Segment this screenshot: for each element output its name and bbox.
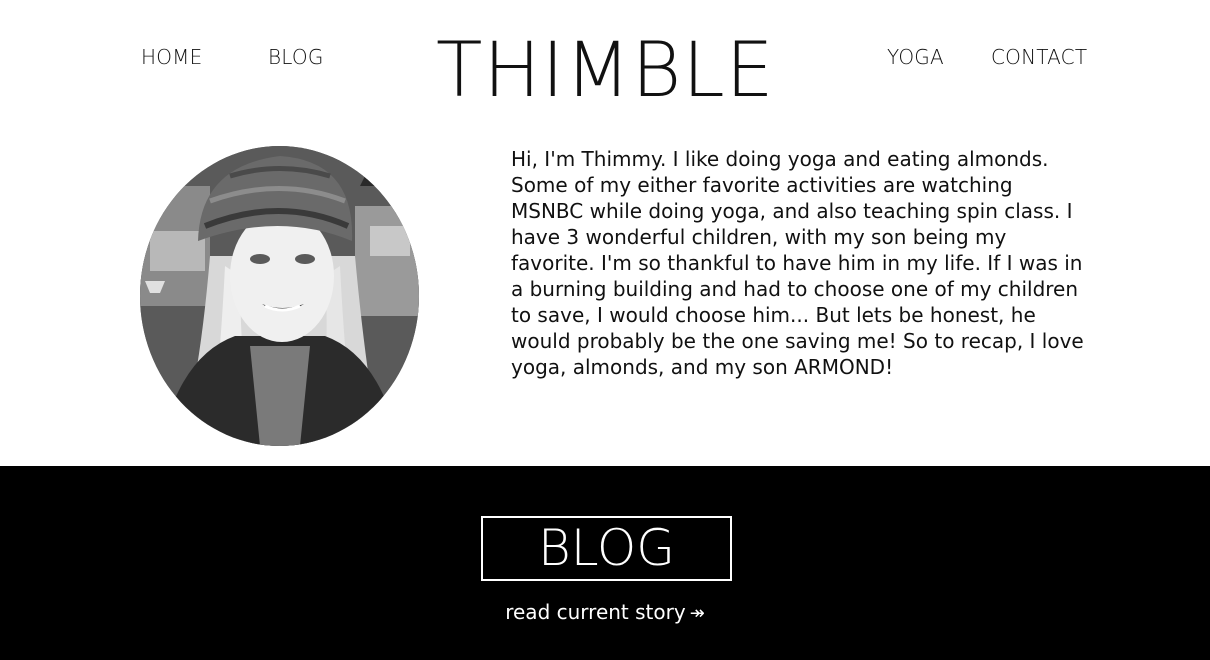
nav-home-link[interactable]: HOME (141, 45, 202, 69)
blog-button[interactable]: BLOG (481, 516, 732, 581)
read-current-story-link[interactable]: read current story ↠ (0, 600, 1210, 624)
profile-photo-image (140, 146, 419, 446)
profile-photo (140, 146, 419, 446)
arrow-right-icon: ↠ (689, 603, 705, 624)
bio-text: Hi, I'm Thimmy. I like doing yoga and ea… (511, 147, 1084, 379)
blog-band: BLOG read current story ↠ (0, 466, 1210, 660)
page: HOME BLOG THIMBLE YOGA CONTACT Hi, I'm T… (0, 0, 1210, 660)
nav-yoga-link[interactable]: YOGA (887, 45, 944, 69)
read-current-story-label: read current story (505, 600, 686, 624)
site-title[interactable]: THIMBLE (436, 24, 774, 116)
nav-blog-link[interactable]: BLOG (268, 45, 324, 69)
site-header: HOME BLOG THIMBLE YOGA CONTACT (0, 0, 1210, 120)
nav-contact-link[interactable]: CONTACT (991, 45, 1087, 69)
